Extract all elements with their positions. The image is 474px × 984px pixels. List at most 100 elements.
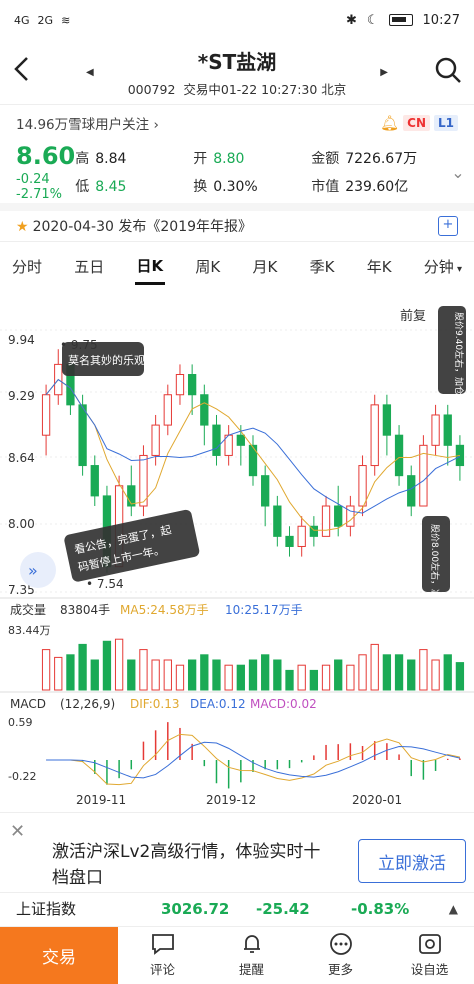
candle-body: [394, 434, 404, 477]
volume-bar: [273, 659, 282, 691]
volume-bar: [66, 654, 75, 691]
volume-bar: [358, 654, 367, 691]
tab-intraday[interactable]: 分时: [10, 250, 44, 283]
high-value: 8.84: [95, 151, 127, 167]
dea-value: DEA:0.12: [190, 697, 246, 711]
signal-2g: 2G: [37, 13, 54, 27]
volume-bar: [54, 656, 63, 691]
volume-bar: [455, 662, 465, 691]
candle-body: [261, 475, 270, 507]
double-chevron-icon: »: [28, 561, 38, 580]
tab-minute[interactable]: 分钟 ▾: [422, 250, 464, 283]
candle-body: [236, 434, 245, 446]
macd-axis-bottom: -0.22: [8, 770, 36, 783]
expand-chevron-icon[interactable]: ⌄: [451, 163, 464, 182]
candle-body: [90, 465, 99, 497]
volume-bar: [139, 649, 148, 691]
volume-bar: [200, 654, 209, 691]
candle-body: [443, 414, 452, 446]
chevron-left-icon: [14, 56, 28, 81]
current-price: 8.60: [16, 142, 76, 170]
chart-area[interactable]: 前复 9.94 9.29 8.64 8.00 7.35 • 9.75 • 7.5…: [0, 302, 474, 812]
turnover-value: 0.30%: [213, 179, 258, 195]
cn-badge[interactable]: CN: [403, 115, 430, 131]
tab-monthly-k[interactable]: 月K: [251, 250, 280, 283]
price-tick: 8.00: [8, 517, 35, 531]
price-change: -0.24: [16, 172, 50, 187]
volume-bar: [102, 640, 112, 691]
wifi-icon: ≋: [61, 13, 71, 27]
volume-bar: [394, 654, 404, 691]
star-icon: ★: [16, 219, 29, 235]
macd-params: (12,26,9): [60, 697, 115, 711]
candle-body: [200, 394, 209, 426]
trade-button[interactable]: 交易: [0, 927, 118, 984]
expand-button[interactable]: »: [20, 552, 56, 588]
volume-bar: [114, 638, 124, 691]
candle-body: [175, 374, 185, 396]
trade-status: 交易中01-22 10:27:30 北京: [183, 82, 347, 97]
back-button[interactable]: [12, 55, 52, 90]
activate-button[interactable]: 立即激活: [358, 839, 466, 883]
tab-yearly-k[interactable]: 年K: [365, 250, 394, 283]
close-icon[interactable]: ✕: [10, 821, 25, 842]
volume-value: 83804手: [60, 603, 110, 617]
annotation-bubble[interactable]: 股价9.40左右，加仓了。: [438, 306, 466, 413]
tab-quarterly-k[interactable]: 季K: [308, 250, 337, 283]
index-ticker[interactable]: 上证指数 3026.72 -25.42 -0.83% ▲: [0, 892, 474, 924]
amount-label: 金额: [311, 151, 340, 167]
price-tick: 9.94: [8, 333, 35, 347]
mcap-value: 239.60亿: [345, 179, 409, 195]
annotation-bubble[interactable]: 莫名其妙的乐观: [62, 342, 145, 376]
calendar-add-icon[interactable]: +: [438, 216, 458, 236]
candle-body: [321, 505, 331, 537]
more-icon: [329, 933, 352, 955]
followers-row[interactable]: 14.96万雪球用户关注 › 🔔︎ CN L1: [0, 105, 474, 141]
chevron-right-icon: ›: [153, 117, 159, 133]
caret-up-icon[interactable]: ▲: [449, 902, 458, 916]
volume-axis-max: 83.44万: [8, 624, 51, 637]
tab-daily-k[interactable]: 日K: [134, 249, 166, 285]
comment-button[interactable]: 评论: [118, 927, 207, 984]
candle-body: [370, 404, 379, 467]
bell-icon[interactable]: 🔔︎: [380, 114, 399, 132]
promo-banner: ✕ 激活沪深Lv2高级行情，体验实时十档盘口 立即激活: [0, 812, 474, 892]
candle-body: [127, 485, 136, 507]
annotation-bubble[interactable]: 看公告，完蛋了，起 码暂停上市一年。: [63, 509, 200, 583]
watchlist-icon: [418, 934, 441, 954]
turnover-label: 换: [193, 179, 208, 195]
candle-body: [187, 374, 197, 396]
volume-bar: [370, 643, 379, 691]
search-button[interactable]: [422, 56, 462, 88]
prev-stock-button[interactable]: ◀: [86, 67, 94, 78]
chart-tabs: 分时 五日 日K 周K 月K 季K 年K 分钟 ▾: [0, 241, 474, 291]
candle-body: [382, 404, 392, 436]
alert-button[interactable]: 提醒: [207, 927, 296, 984]
next-stock-button[interactable]: ▶: [380, 67, 388, 78]
open-value: 8.80: [213, 151, 245, 167]
adjust-label[interactable]: 前复: [400, 308, 426, 324]
promo-text: 激活沪深Lv2高级行情，体验实时十档盘口: [52, 842, 321, 888]
volume-bar: [187, 659, 197, 691]
volume-bar: [309, 669, 319, 691]
annotation-bubble[interactable]: 股价8.00左右，减仓了。: [422, 516, 450, 625]
volume-bar: [212, 659, 221, 691]
volume-bar: [321, 664, 331, 691]
amount-value: 7226.67万: [345, 151, 418, 167]
volume-bar: [297, 664, 306, 691]
candle-body: [334, 505, 343, 527]
watchlist-button[interactable]: 设自选: [385, 927, 474, 984]
kline-chart[interactable]: 前复 9.94 9.29 8.64 8.00 7.35 • 9.75 • 7.5…: [0, 302, 474, 812]
stock-title: *ST盐湖: [197, 50, 277, 74]
svg-text:股价9.40左右，加仓了。: 股价9.40左右，加仓了。: [453, 312, 465, 413]
volume-bar: [346, 664, 355, 691]
volume-bar: [419, 649, 428, 691]
x-axis-label: 2019-12: [206, 793, 256, 807]
low-value: 8.45: [95, 179, 127, 195]
more-button[interactable]: 更多: [296, 927, 385, 984]
tab-5day[interactable]: 五日: [72, 250, 106, 283]
tab-weekly-k[interactable]: 周K: [193, 250, 222, 283]
l1-badge[interactable]: L1: [434, 115, 458, 131]
volume-bar: [285, 669, 294, 691]
report-row[interactable]: ★ 2020-04-30 发布《2019年年报》 +: [0, 203, 474, 241]
